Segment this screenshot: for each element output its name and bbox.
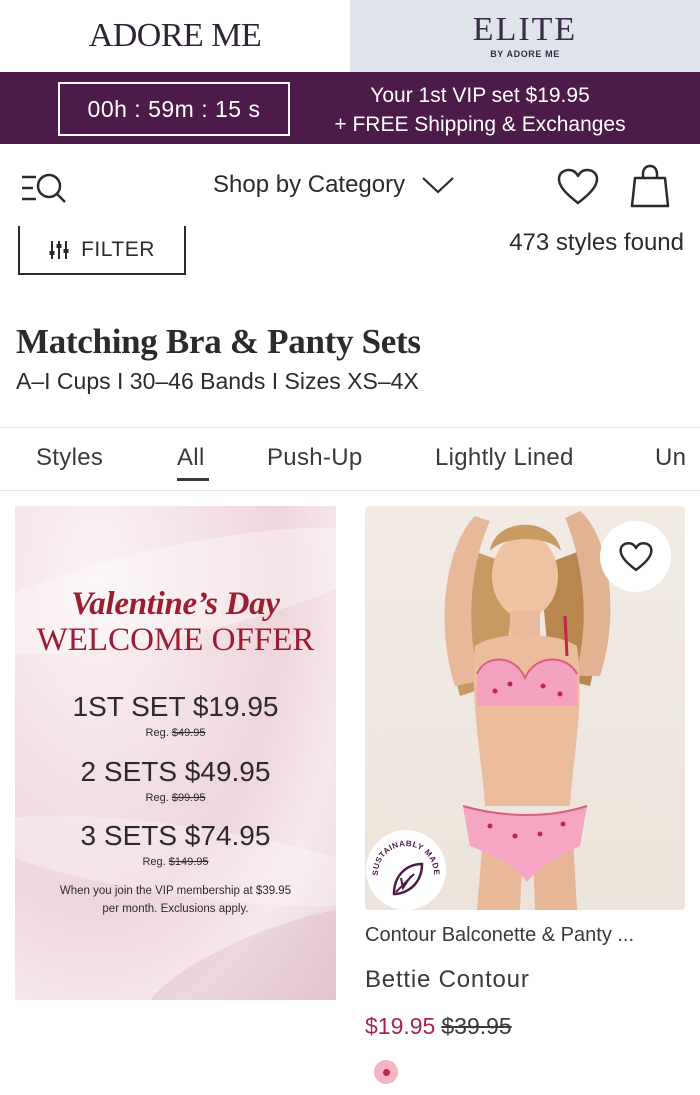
- offer-line-3: 3 SETS $74.95: [80, 820, 271, 851]
- elite-logo-subtitle: BY ADORE ME: [490, 49, 560, 59]
- swatch-dot: [382, 1068, 390, 1076]
- shopping-bag-icon[interactable]: [630, 164, 670, 208]
- offer-line-2: 2 SETS $49.95: [80, 756, 271, 787]
- adore-me-logo: ADORE ME: [88, 17, 262, 54]
- filter-label: FILTER: [81, 237, 155, 261]
- heart-icon: [618, 541, 653, 571]
- countdown-timer: 00h : 59m : 15 s: [58, 82, 290, 136]
- product-price: $19.95 $39.95: [365, 1013, 512, 1040]
- brand-tab-adore-me[interactable]: ADORE ME: [0, 0, 350, 72]
- filter-button[interactable]: FILTER: [18, 226, 186, 275]
- regular-price: $39.95: [441, 1013, 512, 1039]
- page-subtitle: A–I Cups I 30–46 Bands I Sizes XS–4X: [16, 368, 419, 394]
- add-to-wishlist-button[interactable]: [600, 521, 671, 592]
- sale-price: $19.95: [365, 1013, 436, 1039]
- promo-banner[interactable]: 00h : 59m : 15 s Your 1st VIP set $19.95…: [0, 72, 700, 144]
- filter-sliders-icon: [49, 240, 69, 259]
- menu-search-icon[interactable]: [20, 172, 68, 204]
- shop-by-category-dropdown[interactable]: Shop by Category: [213, 171, 455, 199]
- chevron-down-icon: [422, 177, 454, 194]
- divider: [0, 427, 700, 428]
- offer-title-script: Valentine’s Day: [71, 586, 280, 622]
- shop-by-category-label: Shop by Category: [213, 171, 406, 198]
- tab-all[interactable]: All: [177, 444, 205, 472]
- sustainably-made-badge: SUSTAINABLY MADE: [366, 830, 446, 910]
- product-name[interactable]: Bettie Contour: [365, 966, 530, 994]
- brand-switcher: ADORE ME ELITE BY ADORE ME: [0, 0, 700, 72]
- offer-reg-1: Reg. $49.95: [145, 727, 206, 739]
- color-swatch[interactable]: [374, 1060, 398, 1084]
- divider: [0, 490, 700, 491]
- promo-text: Your 1st VIP set $19.95 + FREE Shipping …: [310, 81, 650, 139]
- tab-lightly-lined[interactable]: Lightly Lined: [435, 444, 574, 472]
- results-count: 473 styles found: [509, 229, 684, 256]
- offer-line-1: 1ST SET $19.95: [72, 691, 279, 722]
- product-category[interactable]: Contour Balconette & Panty ...: [365, 924, 634, 947]
- promo-line-2: + FREE Shipping & Exchanges: [334, 113, 626, 136]
- offer-reg-2: Reg. $99.95: [145, 792, 206, 804]
- promo-line-1: Your 1st VIP set $19.95: [370, 84, 590, 107]
- elite-logo: ELITE: [472, 11, 578, 48]
- sustainable-leaf-icon: SUSTAINABLY MADE: [371, 839, 441, 896]
- page-title: Matching Bra & Panty Sets: [16, 322, 421, 361]
- tab-push-up[interactable]: Push-Up: [267, 444, 362, 472]
- active-tab-indicator: [177, 478, 209, 481]
- valentines-offer-card[interactable]: Valentine’s Day WELCOME OFFER 1ST SET $1…: [15, 506, 336, 1000]
- wishlist-heart-icon[interactable]: [557, 168, 599, 206]
- top-nav: Shop by Category: [0, 144, 700, 230]
- offer-disclaimer: When you join the VIP membership at $39.…: [59, 885, 292, 915]
- offer-reg-3: Reg. $149.95: [142, 856, 209, 868]
- tab-unlined[interactable]: Un: [655, 444, 686, 472]
- tab-styles: Styles: [36, 444, 104, 471]
- offer-title: WELCOME OFFER: [36, 622, 315, 658]
- brand-tab-elite[interactable]: ELITE BY ADORE ME: [350, 0, 700, 72]
